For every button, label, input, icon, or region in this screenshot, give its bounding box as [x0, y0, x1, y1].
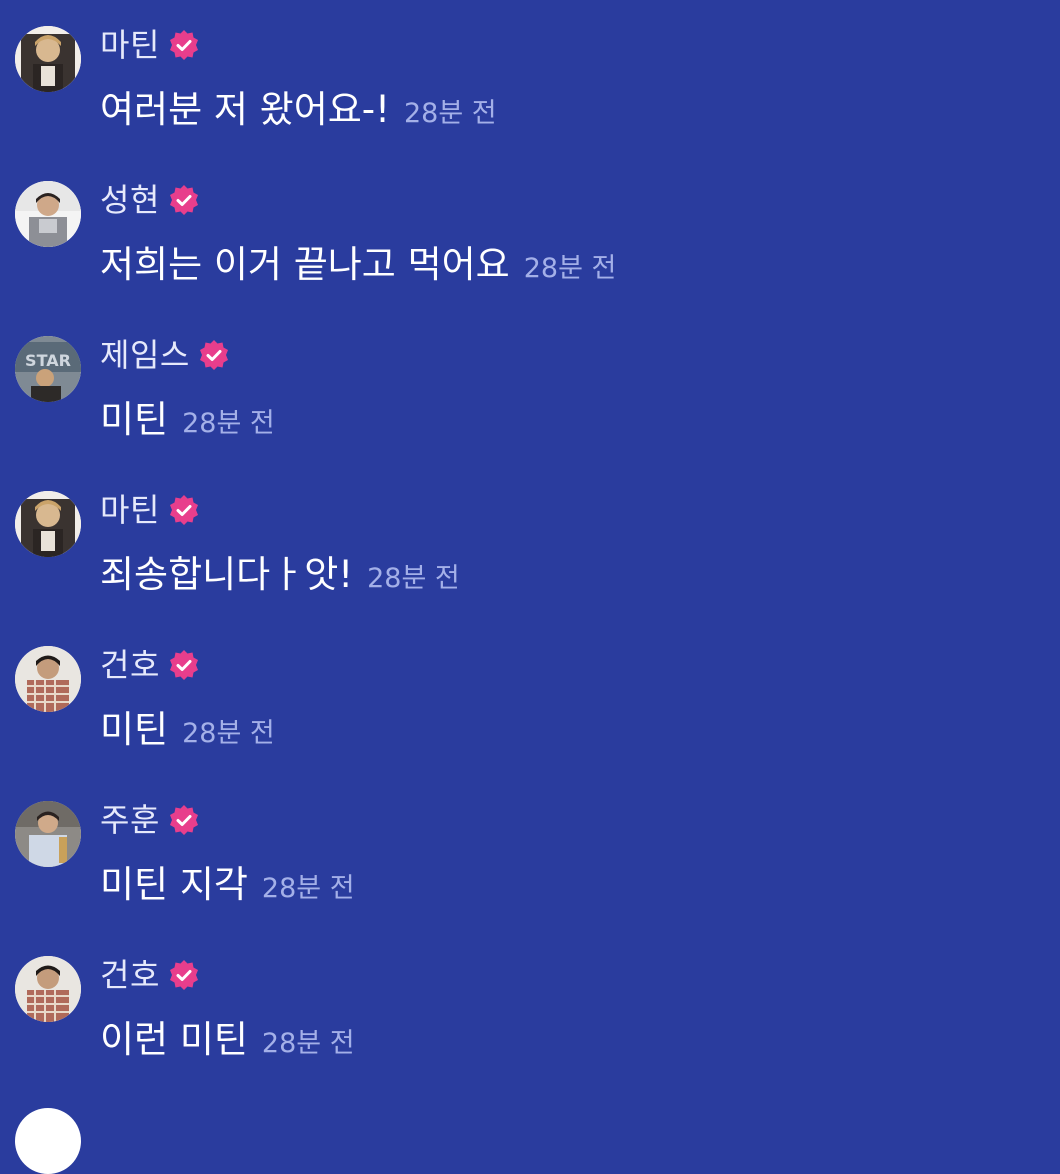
verified-badge-icon — [168, 29, 200, 61]
verified-badge-icon — [168, 959, 200, 991]
timestamp: 28분 전 — [182, 408, 275, 439]
username-row: 마틴 — [100, 22, 200, 68]
timestamp: 28분 전 — [523, 253, 617, 284]
chat-message: 건호 이런 미틴 28분 전 — [0, 930, 1060, 1080]
avatar[interactable] — [15, 181, 81, 247]
avatar[interactable] — [15, 801, 81, 867]
username-row: 주훈 — [100, 797, 200, 843]
username-row: 건호 — [100, 642, 200, 688]
verified-badge-icon — [198, 339, 230, 371]
verified-badge-icon — [168, 649, 200, 681]
timestamp: 28분 전 — [404, 98, 497, 129]
avatar[interactable] — [15, 26, 81, 92]
verified-badge-icon — [168, 184, 200, 216]
username[interactable]: 주훈 — [100, 797, 160, 843]
message-text: 저희는 이거 끝나고 먹어요 — [100, 243, 510, 286]
chat-message: 마틴 죄송합니다ㅏ앗! 28분 전 — [0, 465, 1060, 615]
avatar[interactable] — [15, 491, 81, 557]
verified-badge-icon — [168, 804, 200, 836]
message-text: 미틴 지각 — [100, 863, 248, 906]
message-row: 미틴 28분 전 — [100, 700, 275, 760]
username[interactable]: 제임스 — [100, 332, 190, 378]
chat-message: 마틴 여러분 저 왔어요-! 28분 전 — [0, 0, 1060, 150]
chat-message: 건호 미틴 28분 전 — [0, 620, 1060, 770]
message-text: 죄송합니다ㅏ앗! — [100, 553, 354, 596]
username[interactable]: 마틴 — [100, 22, 160, 68]
message-row: 미틴 28분 전 — [100, 390, 275, 450]
message-text: 여러분 저 왔어요-! — [100, 88, 390, 131]
timestamp: 28분 전 — [182, 718, 275, 749]
username-row: 마틴 — [100, 487, 200, 533]
message-row: 죄송합니다ㅏ앗! 28분 전 — [100, 545, 460, 605]
chat-message: STAR 제임스 미틴 28분 전 — [0, 310, 1060, 460]
message-text: 미틴 — [100, 398, 169, 441]
username[interactable]: 건호 — [100, 952, 160, 998]
username-row: 건호 — [100, 952, 200, 998]
message-text: 미틴 — [100, 708, 169, 751]
svg-text:STAR: STAR — [25, 351, 71, 370]
username[interactable]: 마틴 — [100, 487, 160, 533]
username-row: 제임스 — [100, 332, 230, 378]
message-row: 여러분 저 왔어요-! 28분 전 — [100, 80, 497, 140]
avatar[interactable]: STAR — [15, 336, 81, 402]
chat-message: 주훈 미틴 지각 28분 전 — [0, 775, 1060, 925]
timestamp: 28분 전 — [261, 1028, 355, 1059]
timestamp: 28분 전 — [261, 873, 355, 904]
username[interactable]: 건호 — [100, 642, 160, 688]
avatar[interactable] — [15, 956, 81, 1022]
verified-badge-icon — [168, 494, 200, 526]
timestamp: 28분 전 — [367, 563, 460, 594]
message-row: 미틴 지각 28분 전 — [100, 855, 355, 915]
message-text: 이런 미틴 — [100, 1018, 248, 1061]
message-row: 저희는 이거 끝나고 먹어요 28분 전 — [100, 235, 616, 295]
chat-message-list: 마틴 여러분 저 왔어요-! 28분 전 성현 저희는 이거 끝나고 먹어요 2… — [0, 0, 1060, 1174]
avatar[interactable] — [15, 646, 81, 712]
message-row: 이런 미틴 28분 전 — [100, 1010, 355, 1070]
username[interactable]: 성현 — [100, 177, 160, 223]
username-row: 성현 — [100, 177, 200, 223]
avatar[interactable] — [15, 1108, 81, 1174]
chat-message: 성현 저희는 이거 끝나고 먹어요 28분 전 — [0, 155, 1060, 305]
